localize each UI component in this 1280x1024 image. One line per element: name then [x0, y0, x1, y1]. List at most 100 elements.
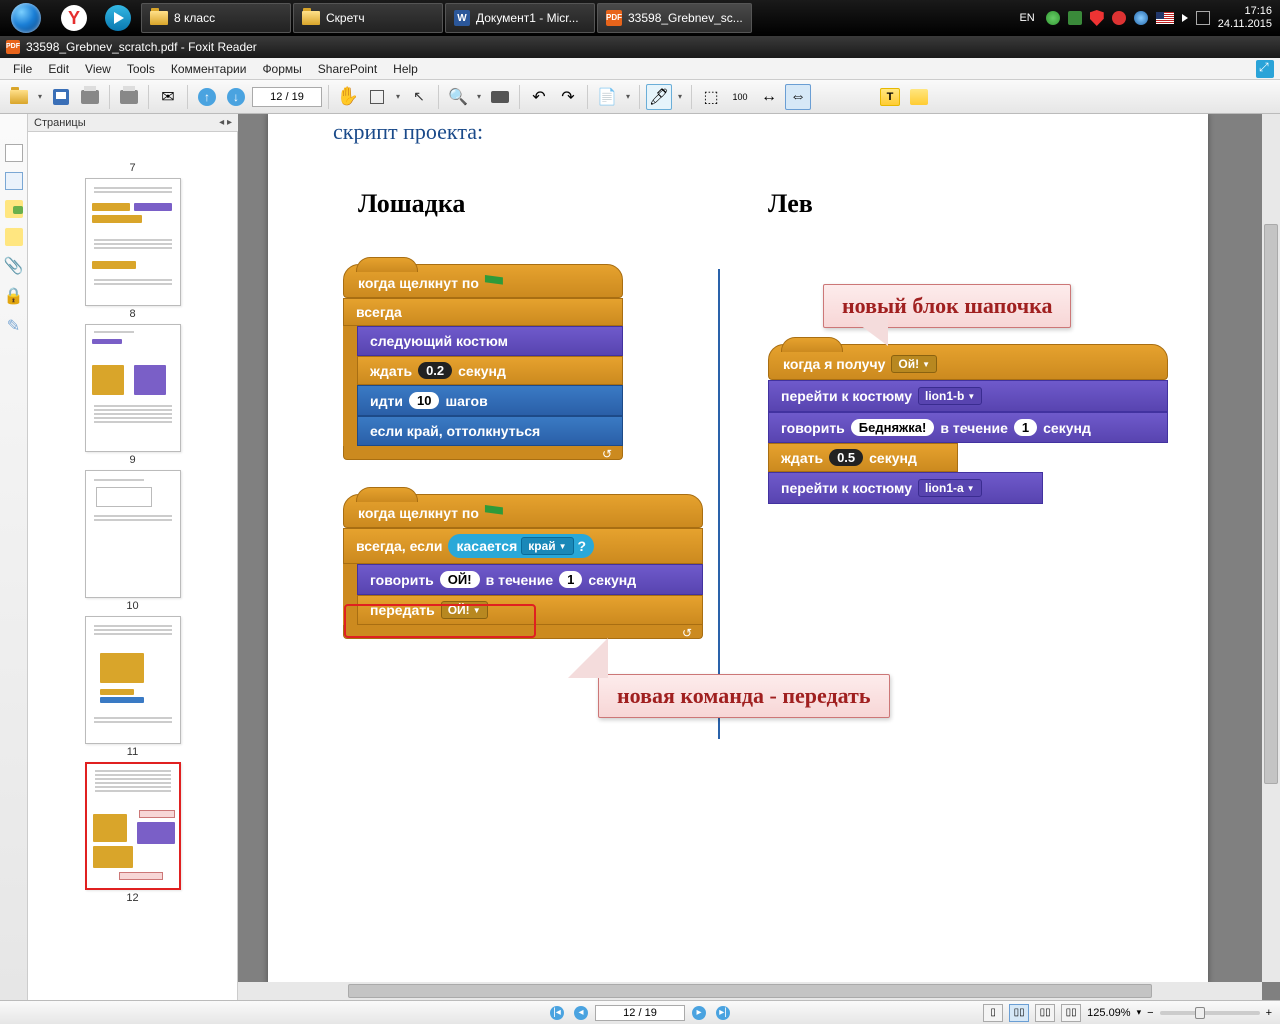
- search-button[interactable]: 🔍: [445, 84, 471, 110]
- hand-tool-button[interactable]: ✋: [335, 84, 361, 110]
- goto-button[interactable]: 📄: [594, 84, 620, 110]
- menu-comments[interactable]: Комментарии: [164, 60, 254, 78]
- keyboard-layout-icon[interactable]: [1156, 12, 1174, 24]
- goto-dropdown[interactable]: ▾: [623, 92, 633, 101]
- sign-dropdown[interactable]: ▾: [675, 92, 685, 101]
- yandex-browser-icon[interactable]: Y: [52, 0, 96, 36]
- print-button[interactable]: [77, 84, 103, 110]
- typewriter-button[interactable]: T: [877, 84, 903, 110]
- print-quick-button[interactable]: [116, 84, 142, 110]
- thumbnail-9[interactable]: 9: [83, 324, 183, 466]
- menu-bar: File Edit View Tools Комментарии Формы S…: [0, 58, 1280, 80]
- menu-tools[interactable]: Tools: [120, 60, 162, 78]
- snapshot-button[interactable]: [487, 84, 513, 110]
- pdf-page: скрипт проекта: Лошадка Лев когда щелкну…: [268, 114, 1208, 984]
- zoom-dropdown[interactable]: ▾: [1137, 1007, 1142, 1018]
- zoom-slider[interactable]: [1160, 1011, 1260, 1015]
- fit-page-button[interactable]: ⬚: [698, 84, 724, 110]
- fit-visible-button[interactable]: ⇔: [785, 84, 811, 110]
- menu-forms[interactable]: Формы: [255, 60, 308, 78]
- open-button[interactable]: [6, 84, 32, 110]
- task-folder-2[interactable]: Скретч: [293, 3, 443, 33]
- tray-icon[interactable]: [1196, 11, 1210, 25]
- typewriter-icon: T: [880, 88, 900, 106]
- thumbnail-8[interactable]: 8: [83, 178, 183, 320]
- status-page-input[interactable]: [595, 1005, 685, 1021]
- single-page-view-button[interactable]: ▯: [983, 1004, 1003, 1022]
- next-page-button[interactable]: ↓: [223, 84, 249, 110]
- task-word[interactable]: WДокумент1 - Micr...: [445, 3, 595, 33]
- wait-block: ждать0.5секунд: [768, 443, 958, 472]
- thumbnail-7[interactable]: 7: [83, 138, 183, 174]
- rotate-right-button[interactable]: ↷: [555, 84, 581, 110]
- zoom-in-button[interactable]: +: [1266, 1007, 1272, 1019]
- menu-view[interactable]: View: [78, 60, 118, 78]
- tray-icon[interactable]: [1046, 11, 1060, 25]
- vertical-scrollbar[interactable]: [1262, 114, 1280, 982]
- say-block: говоритьОЙ!в течение1секунд: [357, 564, 703, 595]
- first-page-button[interactable]: |◂: [547, 1004, 567, 1022]
- next-page-button[interactable]: ▸: [689, 1004, 709, 1022]
- horizontal-scrollbar[interactable]: [238, 982, 1262, 1000]
- status-bar: |◂ ◂ ▸ ▸| ▯ ▯▯ ▯▯ ▯▯ 125.09% ▾ − +: [0, 1000, 1280, 1024]
- menu-file[interactable]: File: [6, 60, 39, 78]
- thumbnails-options-icon[interactable]: ◂ ▸: [219, 117, 232, 128]
- window-title-bar: PDF 33598_Grebnev_scratch.pdf - Foxit Re…: [0, 36, 1280, 58]
- actual-size-button[interactable]: 100: [727, 84, 753, 110]
- rotate-left-button[interactable]: ↶: [526, 84, 552, 110]
- quicktime-icon[interactable]: [1134, 11, 1148, 25]
- start-button[interactable]: [0, 0, 52, 36]
- select-annotation-button[interactable]: ↖: [406, 84, 432, 110]
- task-folder-1[interactable]: 8 класс: [141, 3, 291, 33]
- attachments-panel-icon[interactable]: 📎: [4, 256, 24, 276]
- tray-icon[interactable]: [1068, 11, 1082, 25]
- media-player-icon[interactable]: [96, 0, 140, 36]
- bookmarks-panel-icon[interactable]: [5, 172, 23, 190]
- zoom-slider-knob[interactable]: [1195, 1007, 1205, 1019]
- thumbnail-12[interactable]: 12: [83, 762, 183, 904]
- search-dropdown[interactable]: ▾: [474, 92, 484, 101]
- page-number-input[interactable]: [252, 87, 322, 107]
- menu-edit[interactable]: Edit: [41, 60, 76, 78]
- select-dropdown[interactable]: ▾: [393, 92, 403, 101]
- pages-panel-icon[interactable]: [5, 144, 23, 162]
- security-shield-icon[interactable]: [1090, 10, 1104, 26]
- last-page-button[interactable]: ▸|: [713, 1004, 733, 1022]
- scroll-thumb[interactable]: [1264, 224, 1278, 784]
- task-foxit[interactable]: PDF33598_Grebnev_sc...: [597, 3, 752, 33]
- hat-receive-block: когда я получуОй!▼: [768, 344, 1168, 380]
- highlight-box: [344, 604, 536, 638]
- menu-help[interactable]: Help: [386, 60, 425, 78]
- layers-panel-icon[interactable]: [5, 228, 23, 246]
- email-button[interactable]: ✉: [155, 84, 181, 110]
- zoom-out-button[interactable]: −: [1147, 1007, 1153, 1019]
- note-button[interactable]: [906, 84, 932, 110]
- menu-sharepoint[interactable]: SharePoint: [311, 60, 384, 78]
- tray-icon[interactable]: [1112, 11, 1126, 25]
- thumbnails-panel[interactable]: 7 8 9 10 11 12: [28, 132, 238, 1000]
- security-panel-icon[interactable]: 🔒: [4, 286, 24, 306]
- document-viewport[interactable]: скрипт проекта: Лошадка Лев когда щелкну…: [238, 114, 1280, 1000]
- pdf-sign-button[interactable]: 🖊: [646, 84, 672, 110]
- facing-view-button[interactable]: ▯▯: [1035, 1004, 1055, 1022]
- thumbnail-11[interactable]: 11: [83, 616, 183, 758]
- continuous-facing-view-button[interactable]: ▯▯: [1061, 1004, 1081, 1022]
- clock[interactable]: 17:1624.11.2015: [1218, 5, 1272, 31]
- scroll-thumb[interactable]: [348, 984, 1152, 998]
- prev-page-button[interactable]: ◂: [571, 1004, 591, 1022]
- signatures-panel-icon[interactable]: ✎: [7, 316, 20, 336]
- language-indicator[interactable]: EN: [1016, 11, 1037, 25]
- fit-width-button[interactable]: ↔: [756, 84, 782, 110]
- column-heading-1: Лошадка: [358, 189, 465, 219]
- thumbnail-10[interactable]: 10: [83, 470, 183, 612]
- save-button[interactable]: [48, 84, 74, 110]
- callout-tail: [568, 638, 608, 678]
- continuous-view-button[interactable]: ▯▯: [1009, 1004, 1029, 1022]
- volume-icon[interactable]: [1182, 14, 1188, 22]
- open-dropdown[interactable]: ▾: [35, 92, 45, 101]
- zoom-value: 125.09%: [1087, 1007, 1130, 1019]
- prev-page-button[interactable]: ↑: [194, 84, 220, 110]
- comments-panel-icon[interactable]: [5, 200, 23, 218]
- select-text-button[interactable]: [364, 84, 390, 110]
- expand-ribbon-icon[interactable]: [1256, 60, 1274, 78]
